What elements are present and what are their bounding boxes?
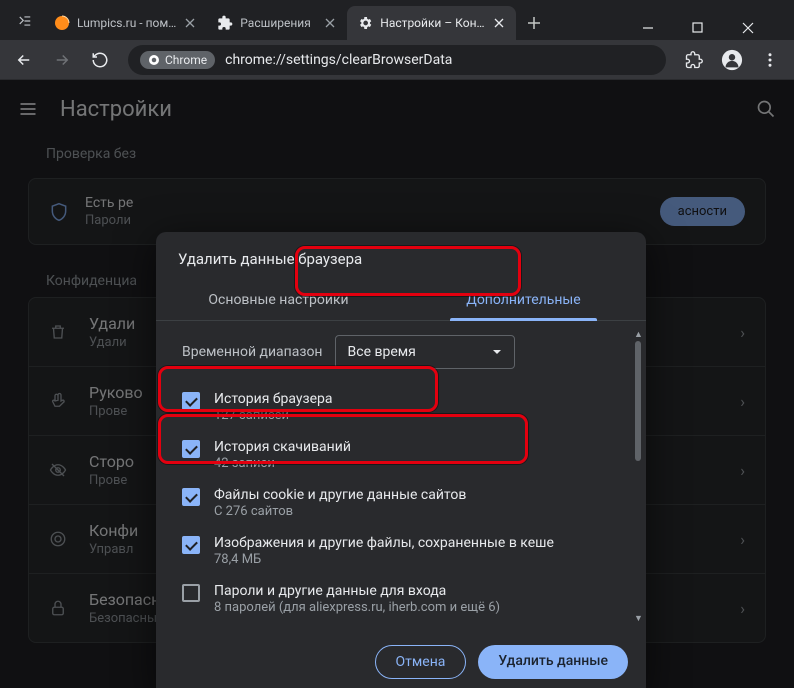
- orange-favicon-icon: [54, 15, 70, 31]
- tab-basic[interactable]: Основные настройки: [156, 280, 401, 320]
- cancel-button[interactable]: Отмена: [375, 645, 467, 679]
- checkbox[interactable]: [182, 584, 200, 602]
- option-row[interactable]: История скачиваний42 записи: [176, 431, 626, 479]
- reload-button[interactable]: [84, 44, 116, 76]
- option-sub: С 276 сайтов: [214, 504, 466, 519]
- close-icon[interactable]: [492, 16, 506, 30]
- tab-extensions[interactable]: Расширения: [207, 6, 347, 40]
- tab-advanced[interactable]: Дополнительные: [401, 280, 646, 320]
- dialog-tabs: Основные настройки Дополнительные: [156, 280, 646, 321]
- checkbox[interactable]: [182, 440, 200, 458]
- dialog-body: Временной диапазон Все время История бра…: [156, 321, 646, 631]
- scroll-down-icon[interactable]: ▼: [634, 613, 642, 623]
- close-icon[interactable]: [183, 16, 197, 30]
- option-title: История браузера: [214, 391, 332, 407]
- dialog-title: Удалить данные браузера: [156, 232, 646, 280]
- option-sub: 8 паролей (для aliexpress.ru, iherb.com …: [214, 600, 500, 615]
- checkbox[interactable]: [182, 488, 200, 506]
- option-sub: 78,4 МБ: [214, 552, 554, 567]
- chevron-down-icon: [492, 347, 502, 357]
- extensions-button[interactable]: [678, 44, 710, 76]
- tab-strip: Lumpics.ru - пом… Расширения Настройки –…: [0, 0, 794, 40]
- window-controls: [642, 22, 786, 40]
- option-title: Файлы cookie и другие данные сайтов: [214, 487, 466, 503]
- option-title: Пароли и другие данные для входа: [214, 583, 500, 599]
- time-range-label: Временной диапазон: [182, 344, 323, 360]
- new-tab-button[interactable]: [520, 9, 548, 37]
- close-icon[interactable]: [323, 16, 337, 30]
- time-range-select[interactable]: Все время: [335, 335, 515, 369]
- clear-data-button[interactable]: Удалить данные: [478, 645, 628, 679]
- profile-button[interactable]: [716, 44, 748, 76]
- time-range-row: Временной диапазон Все время: [182, 335, 626, 369]
- tab-search-button[interactable]: [12, 8, 38, 34]
- menu-button[interactable]: [754, 44, 786, 76]
- chip-label: Chrome: [165, 53, 207, 67]
- option-title: История скачиваний: [214, 439, 351, 455]
- tab-lumpics[interactable]: Lumpics.ru - пом…: [44, 6, 207, 40]
- minimize-button[interactable]: [642, 22, 670, 34]
- chrome-chip: Chrome: [140, 51, 215, 69]
- gear-favicon-icon: [357, 15, 373, 31]
- tab-title: Lumpics.ru - пом…: [77, 16, 176, 30]
- option-sub: 42 записи: [214, 456, 351, 471]
- tab-title: Настройки – Кон…: [380, 16, 484, 30]
- address-bar[interactable]: Chrome chrome://settings/clearBrowserDat…: [128, 45, 666, 75]
- close-window-button[interactable]: [742, 22, 770, 34]
- scrollbar[interactable]: ▲ ▼: [634, 329, 642, 623]
- option-title: Изображения и другие файлы, сохраненные …: [214, 535, 554, 551]
- forward-button: [46, 44, 78, 76]
- maximize-button[interactable]: [692, 22, 720, 34]
- url-text: chrome://settings/clearBrowserData: [225, 52, 452, 68]
- tab-settings[interactable]: Настройки – Кон…: [347, 6, 515, 40]
- settings-page: Настройки Проверка без Есть ре Пароли ас…: [0, 80, 794, 688]
- scroll-thumb[interactable]: [635, 341, 641, 461]
- puzzle-favicon-icon: [217, 15, 233, 31]
- tab-title: Расширения: [240, 16, 316, 30]
- scroll-up-icon[interactable]: ▲: [634, 329, 642, 339]
- option-row[interactable]: Данные для автозаполнения: [176, 623, 626, 631]
- clear-data-dialog: Удалить данные браузера Основные настрой…: [156, 232, 646, 688]
- option-row[interactable]: Файлы cookie и другие данные сайтовС 276…: [176, 479, 626, 527]
- checkbox[interactable]: [182, 536, 200, 554]
- back-button[interactable]: [8, 44, 40, 76]
- dialog-actions: Отмена Удалить данные: [156, 631, 646, 688]
- option-row[interactable]: История браузера127 записей: [176, 383, 626, 431]
- option-sub: 127 записей: [214, 408, 332, 423]
- select-value: Все время: [348, 344, 416, 360]
- option-row[interactable]: Пароли и другие данные для входа8 пароле…: [176, 575, 626, 623]
- option-row[interactable]: Изображения и другие файлы, сохраненные …: [176, 527, 626, 575]
- browser-toolbar: Chrome chrome://settings/clearBrowserDat…: [0, 40, 794, 80]
- checkbox[interactable]: [182, 392, 200, 410]
